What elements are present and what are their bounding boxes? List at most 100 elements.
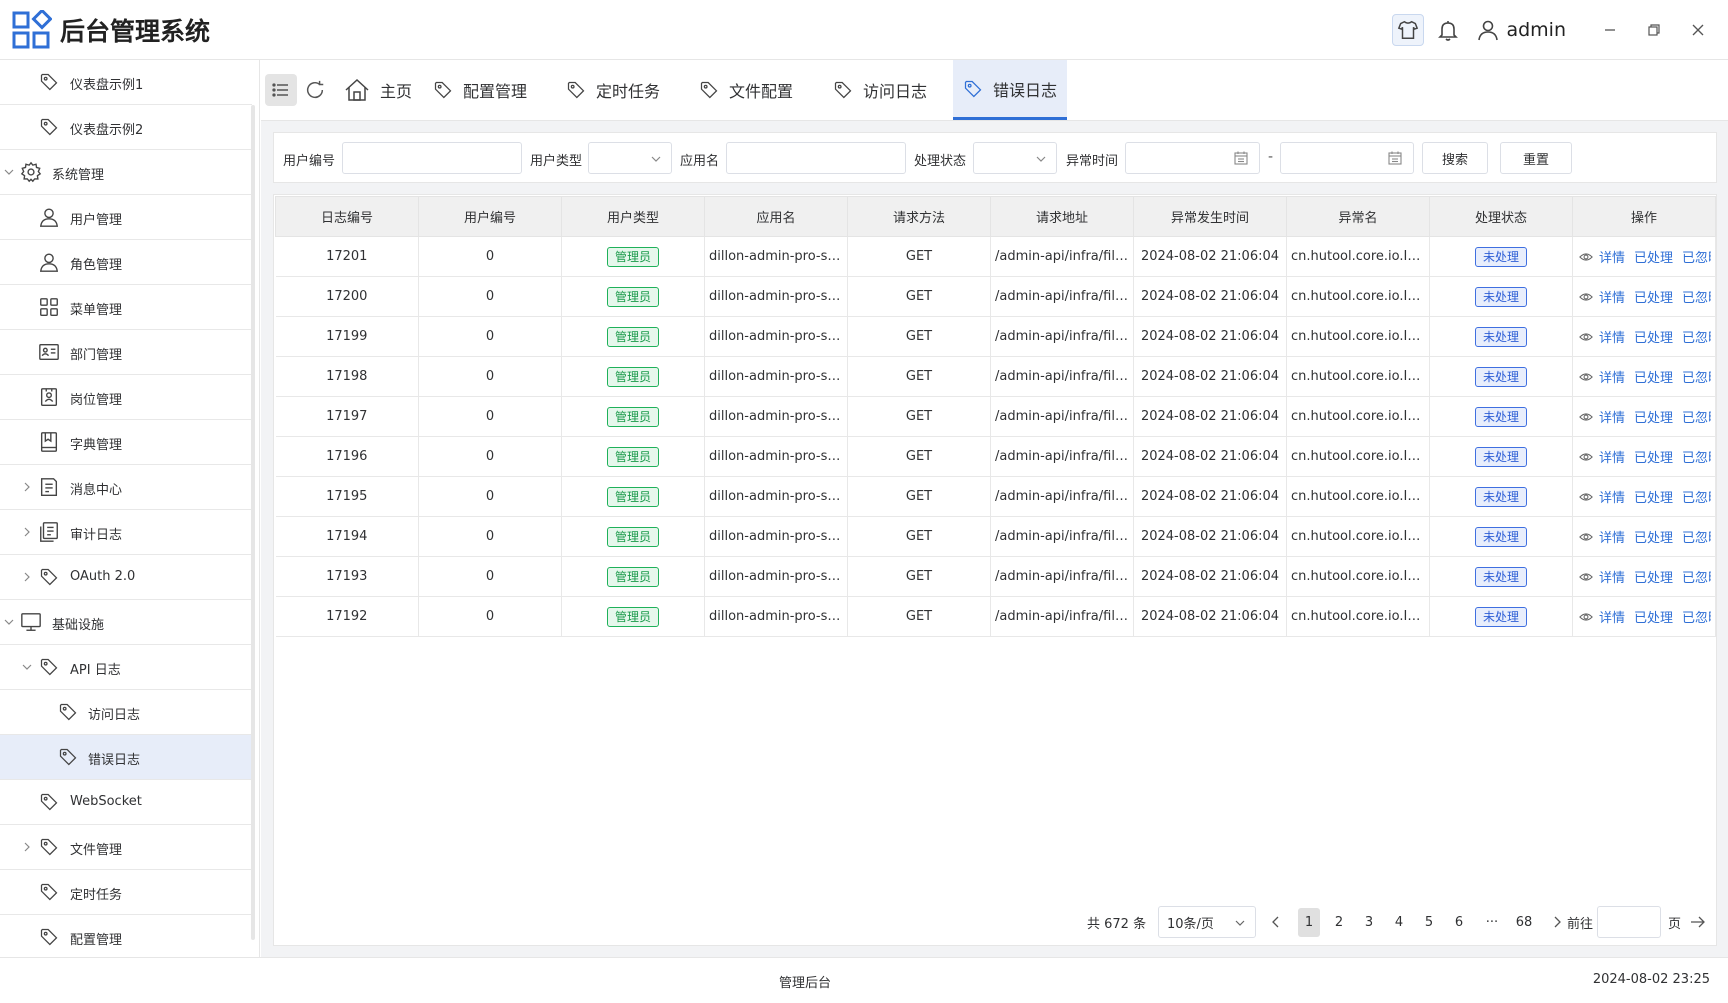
page-button[interactable]: 3 xyxy=(1358,906,1380,938)
eye-icon[interactable] xyxy=(1579,330,1596,344)
mark-handled-button[interactable]: 已处理 xyxy=(1634,607,1673,626)
page-button[interactable]: 68 xyxy=(1510,906,1538,938)
table-row[interactable]: 17195 0 管理员 dillon-admin-pro-ser... GET/admi… xyxy=(275,476,1716,517)
user-id-input[interactable] xyxy=(342,142,522,174)
close-icon[interactable] xyxy=(1676,8,1720,52)
table-row[interactable]: 17197 0 管理员 dillon-admin-pro-ser... GET/admi… xyxy=(275,396,1716,437)
menu-toggle-icon[interactable] xyxy=(265,74,297,106)
sidebar-scrollbar[interactable] xyxy=(251,105,255,940)
mark-ignored-button[interactable]: 已忽略 xyxy=(1682,407,1711,426)
sidebar-item-仪表盘示例2[interactable]: 仪表盘示例2 xyxy=(0,105,252,150)
column-header[interactable]: 异常发生时间 xyxy=(1133,196,1287,237)
next-page-icon[interactable] xyxy=(1547,906,1567,938)
refresh-icon[interactable] xyxy=(299,74,331,106)
sidebar-item-角色管理[interactable]: 角色管理 xyxy=(0,240,252,285)
mark-handled-button[interactable]: 已处理 xyxy=(1634,447,1673,466)
tab-文件配置[interactable]: 文件配置 xyxy=(699,60,793,120)
page-button[interactable]: 4 xyxy=(1388,906,1410,938)
column-header[interactable]: 用户类型 xyxy=(561,196,705,237)
sidebar-item-部门管理[interactable]: 部门管理 xyxy=(0,330,252,375)
tab-访问日志[interactable]: 访问日志 xyxy=(833,60,927,120)
reset-button[interactable]: 重置 xyxy=(1500,142,1572,174)
mark-ignored-button[interactable]: 已忽略 xyxy=(1682,487,1711,506)
minimize-icon[interactable] xyxy=(1588,8,1632,52)
mark-handled-button[interactable]: 已处理 xyxy=(1634,407,1673,426)
detail-button[interactable]: 详情 xyxy=(1599,247,1625,266)
column-header[interactable]: 用户编号 xyxy=(418,196,562,237)
eye-icon[interactable] xyxy=(1579,410,1596,424)
sidebar-item-websocket[interactable]: WebSocket xyxy=(0,780,252,825)
sidebar-item-api-日志[interactable]: API 日志 xyxy=(0,645,252,690)
tab-主页[interactable]: 主页 xyxy=(344,60,412,120)
eye-icon[interactable] xyxy=(1579,610,1596,624)
username[interactable]: admin xyxy=(1506,19,1566,41)
chevron-right-icon[interactable] xyxy=(21,481,33,493)
tab-错误日志[interactable]: 错误日志 xyxy=(953,60,1068,120)
end-date-input[interactable] xyxy=(1280,142,1414,174)
sidebar-item-定时任务[interactable]: 定时任务 xyxy=(0,870,252,915)
tab-定时任务[interactable]: 定时任务 xyxy=(566,60,660,120)
column-header[interactable]: 请求方法 xyxy=(847,196,991,237)
mark-ignored-button[interactable]: 已忽略 xyxy=(1682,447,1711,466)
chevron-down-icon[interactable] xyxy=(21,661,33,673)
sidebar-item-仪表盘示例1[interactable]: 仪表盘示例1 xyxy=(0,60,252,105)
status-select[interactable] xyxy=(973,142,1057,174)
shirt-icon[interactable] xyxy=(1392,14,1425,46)
sidebar-item-文件管理[interactable]: 文件管理 xyxy=(0,825,252,870)
mark-handled-button[interactable]: 已处理 xyxy=(1634,247,1673,266)
detail-button[interactable]: 详情 xyxy=(1599,367,1625,386)
mark-ignored-button[interactable]: 已忽略 xyxy=(1682,367,1711,386)
chevron-down-icon[interactable] xyxy=(3,166,15,178)
chevron-right-icon[interactable] xyxy=(21,571,33,583)
search-button[interactable]: 搜索 xyxy=(1422,142,1488,174)
mark-ignored-button[interactable]: 已忽略 xyxy=(1682,327,1711,346)
eye-icon[interactable] xyxy=(1579,370,1596,384)
page-ellipsis[interactable]: ··· xyxy=(1478,906,1506,938)
mark-handled-button[interactable]: 已处理 xyxy=(1634,327,1673,346)
sidebar-item-系统管理[interactable]: 系统管理 xyxy=(0,150,252,195)
sidebar-item-配置管理[interactable]: 配置管理 xyxy=(0,915,252,957)
bell-icon[interactable] xyxy=(1432,14,1464,46)
column-header[interactable]: 应用名 xyxy=(704,196,848,237)
restore-icon[interactable] xyxy=(1632,8,1676,52)
eye-icon[interactable] xyxy=(1579,250,1596,264)
eye-icon[interactable] xyxy=(1579,530,1596,544)
detail-button[interactable]: 详情 xyxy=(1599,607,1625,626)
page-button[interactable]: 1 xyxy=(1298,908,1320,937)
page-button[interactable]: 6 xyxy=(1448,906,1470,938)
column-header[interactable]: 处理状态 xyxy=(1429,196,1573,237)
detail-button[interactable]: 详情 xyxy=(1599,487,1625,506)
start-date-input[interactable] xyxy=(1125,142,1260,174)
sidebar-item-消息中心[interactable]: 消息中心 xyxy=(0,465,252,510)
eye-icon[interactable] xyxy=(1579,490,1596,504)
table-row[interactable]: 17192 0 管理员 dillon-admin-pro-ser... GET/admi… xyxy=(275,596,1716,637)
page-button[interactable]: 5 xyxy=(1418,906,1440,938)
mark-handled-button[interactable]: 已处理 xyxy=(1634,287,1673,306)
chevron-down-icon[interactable] xyxy=(3,616,15,628)
eye-icon[interactable] xyxy=(1579,290,1596,304)
goto-page-input[interactable] xyxy=(1597,906,1661,938)
mark-ignored-button[interactable]: 已忽略 xyxy=(1682,527,1711,546)
page-size-select[interactable]: 10条/页 xyxy=(1158,906,1256,938)
table-row[interactable]: 17201 0 管理员 dillon-admin-pro-ser... GET/admi… xyxy=(275,236,1716,277)
detail-button[interactable]: 详情 xyxy=(1599,407,1625,426)
goto-arrow-icon[interactable] xyxy=(1688,906,1708,938)
detail-button[interactable]: 详情 xyxy=(1599,567,1625,586)
mark-ignored-button[interactable]: 已忽略 xyxy=(1682,287,1711,306)
detail-button[interactable]: 详情 xyxy=(1599,327,1625,346)
column-header[interactable]: 操作 xyxy=(1572,196,1716,237)
table-row[interactable]: 17193 0 管理员 dillon-admin-pro-ser... GET/admi… xyxy=(275,556,1716,597)
sidebar-item-oauth-2-0[interactable]: OAuth 2.0 xyxy=(0,555,252,600)
chevron-right-icon[interactable] xyxy=(21,526,33,538)
mark-ignored-button[interactable]: 已忽略 xyxy=(1682,607,1711,626)
prev-page-icon[interactable] xyxy=(1266,906,1286,938)
table-row[interactable]: 17198 0 管理员 dillon-admin-pro-ser... GET/admi… xyxy=(275,356,1716,397)
eye-icon[interactable] xyxy=(1579,450,1596,464)
sidebar-item-菜单管理[interactable]: 菜单管理 xyxy=(0,285,252,330)
sidebar-item-错误日志[interactable]: 错误日志 xyxy=(0,735,252,780)
column-header[interactable]: 日志编号 xyxy=(275,196,419,237)
sidebar-item-用户管理[interactable]: 用户管理 xyxy=(0,195,252,240)
mark-handled-button[interactable]: 已处理 xyxy=(1634,367,1673,386)
mark-handled-button[interactable]: 已处理 xyxy=(1634,487,1673,506)
table-row[interactable]: 17199 0 管理员 dillon-admin-pro-ser... GET/admi… xyxy=(275,316,1716,357)
